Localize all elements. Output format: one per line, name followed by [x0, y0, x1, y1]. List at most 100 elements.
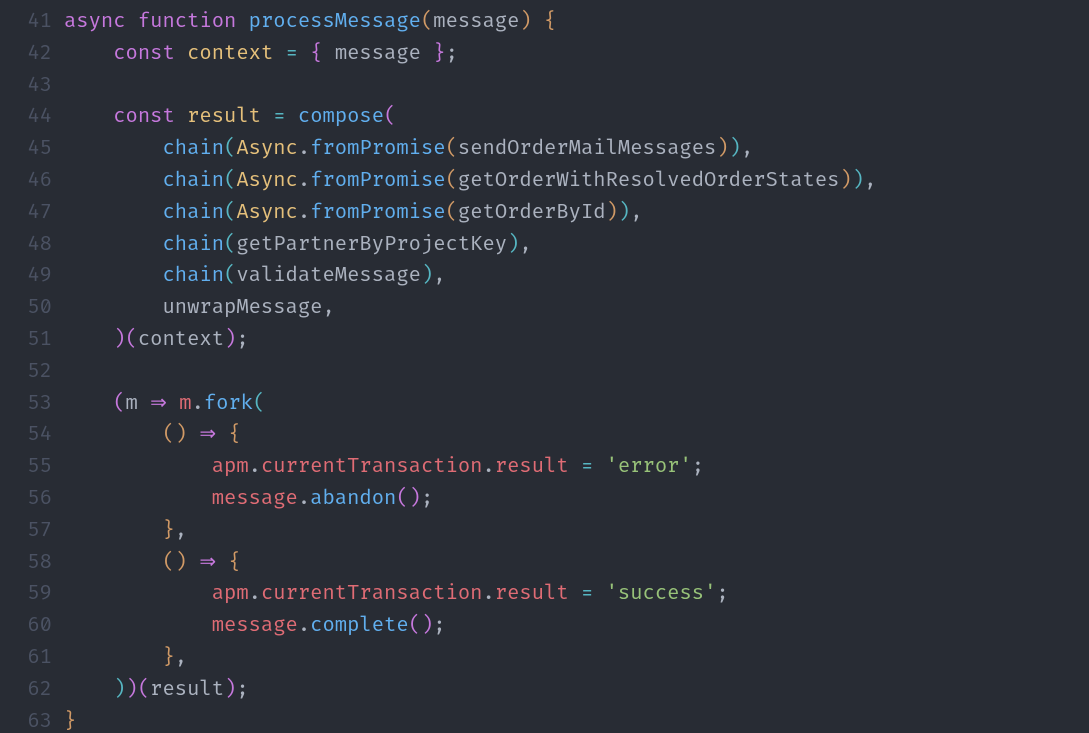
- code-line[interactable]: },: [64, 516, 1089, 548]
- code-line[interactable]: chain(Async.fromPromise(getOrderWithReso…: [64, 166, 1089, 198]
- token: (): [162, 423, 187, 447]
- token: currentTransaction: [261, 582, 483, 606]
- token: (: [224, 201, 236, 225]
- token: .: [483, 455, 495, 479]
- token: [216, 551, 228, 575]
- token: validateMessage: [236, 264, 421, 288]
- token: ,: [175, 646, 187, 670]
- code-line[interactable]: ))(result);: [64, 675, 1089, 707]
- line-number: 45: [0, 134, 52, 166]
- token: {: [228, 423, 240, 447]
- token: async: [64, 10, 126, 34]
- code-editor[interactable]: 4142434445464748495051525354555657585960…: [0, 0, 1089, 733]
- token: apm: [212, 582, 249, 606]
- line-number: 47: [0, 198, 52, 230]
- token: (: [446, 201, 458, 225]
- token: result: [495, 455, 569, 479]
- token: chain: [162, 137, 224, 161]
- token: ;: [236, 328, 248, 352]
- token: ;: [692, 455, 704, 479]
- code-line[interactable]: () ⇒ {: [64, 548, 1089, 580]
- token: abandon: [310, 487, 396, 511]
- code-line[interactable]: [64, 71, 1089, 103]
- code-line[interactable]: chain(validateMessage),: [64, 261, 1089, 293]
- token: [216, 423, 228, 447]
- line-number: 44: [0, 102, 52, 134]
- code-line[interactable]: () ⇒ {: [64, 420, 1089, 452]
- token: [64, 487, 212, 511]
- token: result: [150, 678, 224, 702]
- code-line[interactable]: message.abandon();: [64, 484, 1089, 516]
- token: getPartnerByProjectKey: [236, 233, 507, 257]
- token: result: [187, 105, 261, 129]
- token: [187, 423, 199, 447]
- token: chain: [162, 233, 224, 257]
- code-line[interactable]: const context = { message };: [64, 39, 1089, 71]
- token: ⇒: [199, 423, 216, 447]
- code-line[interactable]: chain(getPartnerByProjectKey),: [64, 230, 1089, 262]
- token: const: [113, 105, 175, 129]
- token: [593, 455, 605, 479]
- token: (: [224, 264, 236, 288]
- code-line[interactable]: chain(Async.fromPromise(getOrderById)),: [64, 198, 1089, 230]
- token: processMessage: [249, 10, 421, 34]
- token: ;: [716, 582, 728, 606]
- line-number: 49: [0, 261, 52, 293]
- code-line[interactable]: [64, 357, 1089, 389]
- code-line[interactable]: message.complete();: [64, 611, 1089, 643]
- line-number: 42: [0, 39, 52, 71]
- token: 'success': [606, 582, 717, 606]
- line-number: 58: [0, 548, 52, 580]
- token: =: [273, 105, 285, 129]
- code-line[interactable]: )(context);: [64, 325, 1089, 357]
- token: (: [384, 105, 396, 129]
- line-number: 57: [0, 516, 52, 548]
- token: ): [852, 169, 864, 193]
- code-area[interactable]: async function processMessage(message) {…: [64, 7, 1089, 733]
- token: =: [286, 42, 298, 66]
- token: [64, 201, 162, 225]
- token: (: [421, 10, 433, 34]
- token: ): [507, 233, 519, 257]
- token: ): [519, 10, 531, 34]
- token: ): [716, 137, 728, 161]
- code-line[interactable]: chain(Async.fromPromise(sendOrderMailMes…: [64, 134, 1089, 166]
- code-line[interactable]: const result = compose(: [64, 102, 1089, 134]
- token: complete: [310, 614, 408, 638]
- token: )(: [126, 678, 151, 702]
- token: [138, 392, 150, 416]
- token: [64, 519, 162, 543]
- code-line[interactable]: (m ⇒ m.fork(: [64, 389, 1089, 421]
- token: [64, 169, 162, 193]
- token: [167, 392, 179, 416]
- token: }: [162, 646, 174, 670]
- token: [64, 678, 113, 702]
- code-line[interactable]: apm.currentTransaction.result = 'success…: [64, 579, 1089, 611]
- token: ): [421, 264, 433, 288]
- token: ): [729, 137, 741, 161]
- token: unwrapMessage: [162, 296, 322, 320]
- code-line[interactable]: }: [64, 707, 1089, 733]
- token: ): [606, 201, 618, 225]
- code-line[interactable]: },: [64, 643, 1089, 675]
- token: [569, 455, 581, 479]
- line-number: 54: [0, 420, 52, 452]
- code-line[interactable]: apm.currentTransaction.result = 'error';: [64, 452, 1089, 484]
- token: getOrderWithResolvedOrderStates: [458, 169, 840, 193]
- token: chain: [162, 169, 224, 193]
- token: ⇒: [199, 551, 216, 575]
- token: [64, 551, 162, 575]
- token: }: [162, 519, 174, 543]
- code-line[interactable]: unwrapMessage,: [64, 293, 1089, 325]
- token: .: [298, 169, 310, 193]
- token: (): [396, 487, 421, 511]
- code-line[interactable]: async function processMessage(message) {: [64, 7, 1089, 39]
- token: [64, 455, 212, 479]
- token: ,: [433, 264, 445, 288]
- line-number: 63: [0, 707, 52, 733]
- token: Async: [236, 169, 298, 193]
- token: ): [113, 678, 125, 702]
- token: [126, 10, 138, 34]
- token: message: [212, 487, 298, 511]
- token: ,: [864, 169, 876, 193]
